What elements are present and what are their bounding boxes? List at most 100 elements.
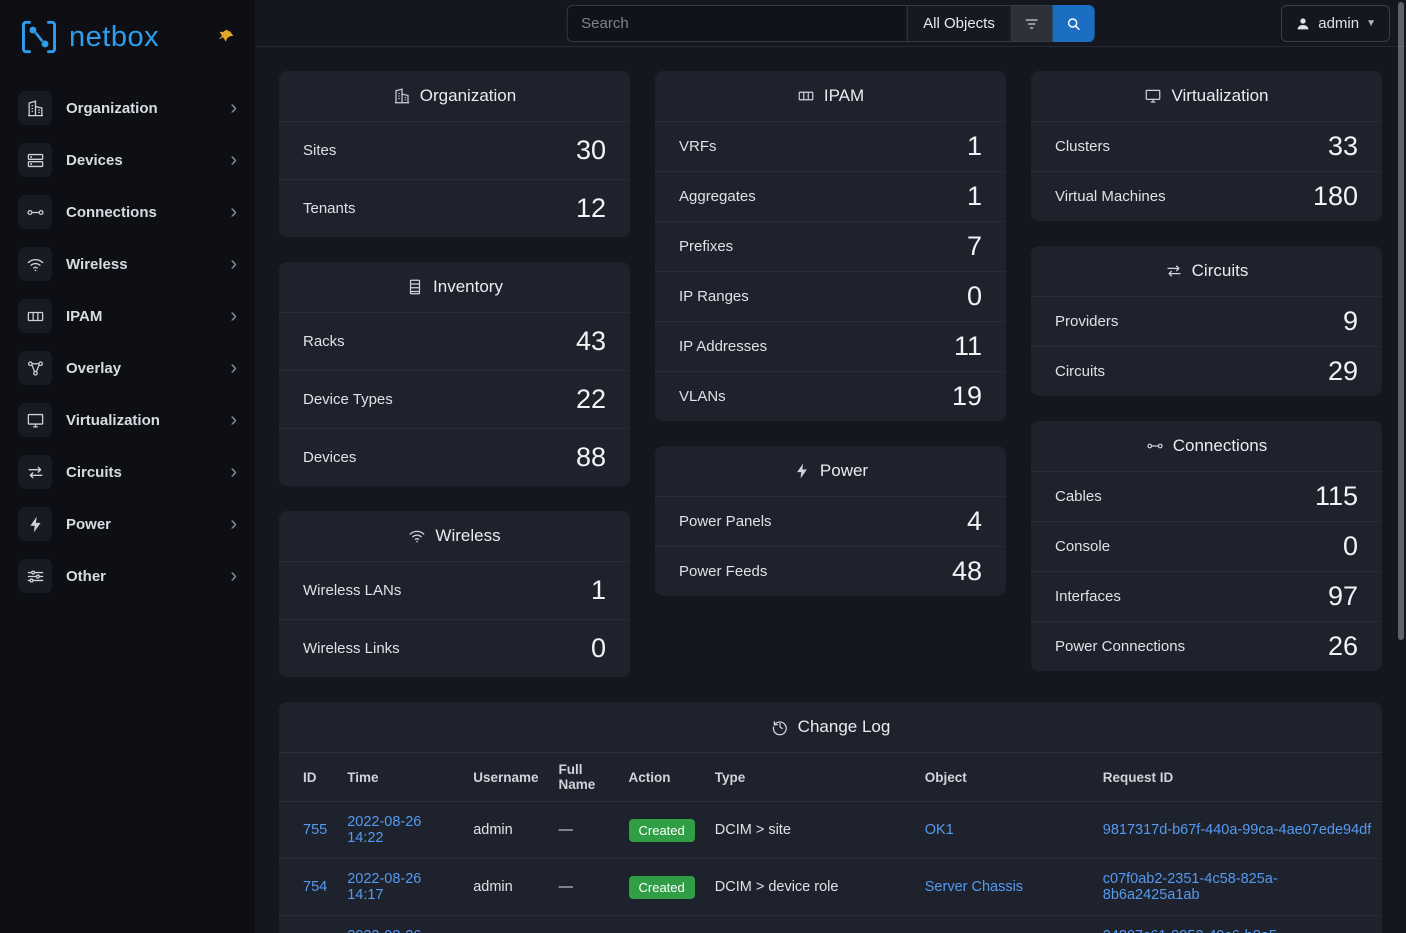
change-time-link[interactable]: 2022-08-26 14:17 (347, 871, 421, 903)
search-submit-button[interactable] (1053, 5, 1095, 42)
sidebar-item-label: Organization (66, 100, 158, 117)
connections-icon (1146, 437, 1164, 455)
chevron-right-icon: › (230, 462, 237, 482)
stat-value: 22 (576, 384, 606, 415)
stat-aggregates[interactable]: Aggregates 1 (655, 171, 1006, 221)
stat-tenants[interactable]: Tenants 12 (279, 179, 630, 237)
chevron-right-icon: › (230, 358, 237, 378)
sidebar-item-devices[interactable]: Devices › (0, 134, 255, 186)
user-menu-button[interactable]: admin ▼ (1281, 5, 1390, 42)
wireless-icon (18, 247, 52, 281)
ipam-icon (797, 87, 815, 105)
card-inventory: Inventory Racks 43 Device Types 22 Devic… (279, 262, 630, 486)
sidebar-item-label: Connections (66, 204, 157, 221)
stat-vlans[interactable]: VLANs 19 (655, 371, 1006, 421)
sidebar: netbox Organization › (0, 0, 255, 933)
change-object-link[interactable]: Server Chassis (925, 879, 1023, 895)
change-username: admin (463, 802, 548, 859)
history-icon (771, 718, 789, 736)
table-row: 753 2022-08-26 14:15 admin — Created DCI… (279, 916, 1382, 933)
stat-interfaces[interactable]: Interfaces 97 (1031, 571, 1382, 621)
stat-label: Device Types (303, 391, 393, 408)
sidebar-item-wireless[interactable]: Wireless › (0, 238, 255, 290)
change-full-name: — (549, 916, 619, 933)
change-object-link[interactable]: OK1 (925, 822, 954, 838)
scrollbar[interactable] (1398, 2, 1404, 640)
chevron-right-icon: › (230, 150, 237, 170)
stat-value: 0 (1343, 531, 1358, 562)
stat-wireless-links[interactable]: Wireless Links 0 (279, 619, 630, 677)
card-title: Wireless (435, 526, 500, 546)
search-input[interactable] (566, 5, 906, 42)
filter-button[interactable] (1012, 5, 1053, 42)
sidebar-item-overlay[interactable]: Overlay › (0, 342, 255, 394)
request-id-link[interactable]: 9817317d-b67f-440a-99ca-4ae07ede94df (1103, 822, 1371, 838)
sidebar-item-virtualization[interactable]: Virtualization › (0, 394, 255, 446)
change-time-link[interactable]: 2022-08-26 14:22 (347, 814, 421, 846)
stat-device-types[interactable]: Device Types 22 (279, 370, 630, 428)
sidebar-item-organization[interactable]: Organization › (0, 82, 255, 134)
sidebar-item-power[interactable]: Power › (0, 498, 255, 550)
card-title: Organization (420, 86, 516, 106)
sidebar-item-connections[interactable]: Connections › (0, 186, 255, 238)
column-header-id: ID (279, 753, 337, 802)
stat-value: 88 (576, 442, 606, 473)
stat-value: 97 (1328, 581, 1358, 612)
stat-devices[interactable]: Devices 88 (279, 428, 630, 486)
stat-label: Wireless Links (303, 640, 400, 657)
search-icon (1066, 16, 1082, 32)
stat-power-panels[interactable]: Power Panels 4 (655, 496, 1006, 546)
stat-wireless-lans[interactable]: Wireless LANs 1 (279, 561, 630, 619)
stat-value: 9 (1343, 306, 1358, 337)
pin-sidebar-icon[interactable] (216, 27, 237, 48)
other-icon (18, 559, 52, 593)
chevron-right-icon: › (230, 514, 237, 534)
card-change-log: Change Log ID Time Username Full Name Ac… (279, 702, 1382, 933)
stat-virtual-machines[interactable]: Virtual Machines 180 (1031, 171, 1382, 221)
person-icon (1295, 16, 1311, 32)
stat-clusters[interactable]: Clusters 33 (1031, 121, 1382, 171)
stat-sites[interactable]: Sites 30 (279, 121, 630, 179)
change-time-link[interactable]: 2022-08-26 14:15 (347, 928, 421, 933)
stat-label: Interfaces (1055, 588, 1121, 605)
stat-label: Sites (303, 142, 336, 159)
stat-value: 30 (576, 135, 606, 166)
sidebar-item-other[interactable]: Other › (0, 550, 255, 602)
stat-providers[interactable]: Providers 9 (1031, 296, 1382, 346)
stat-ip-addresses[interactable]: IP Addresses 11 (655, 321, 1006, 371)
search-scope-dropdown[interactable]: All Objects (906, 5, 1012, 42)
sidebar-item-circuits[interactable]: Circuits › (0, 446, 255, 498)
change-id-link[interactable]: 755 (303, 822, 327, 838)
stat-vrfs[interactable]: VRFs 1 (655, 121, 1006, 171)
card-header: Circuits (1031, 246, 1382, 296)
netbox-logo-icon[interactable] (18, 18, 60, 56)
stat-value: 33 (1328, 131, 1358, 162)
sidebar-item-label: Overlay (66, 360, 121, 377)
stat-label: VLANs (679, 388, 726, 405)
request-id-link[interactable]: c07f0ab2-2351-4c58-825a-8b6a2425a1ab (1103, 871, 1278, 903)
stat-cables[interactable]: Cables 115 (1031, 471, 1382, 521)
stat-value: 19 (952, 381, 982, 412)
stat-console[interactable]: Console 0 (1031, 521, 1382, 571)
sidebar-item-ipam[interactable]: IPAM › (0, 290, 255, 342)
stat-ip-ranges[interactable]: IP Ranges 0 (655, 271, 1006, 321)
stat-value: 12 (576, 193, 606, 224)
table-row: 754 2022-08-26 14:17 admin — Created DCI… (279, 859, 1382, 916)
request-id-link[interactable]: 24807c61-9952-49c6-b8a5-69760bfcc4b3 (1103, 928, 1282, 933)
change-id-link[interactable]: 754 (303, 879, 327, 895)
stat-power-feeds[interactable]: Power Feeds 48 (655, 546, 1006, 596)
stat-label: Tenants (303, 200, 356, 217)
stat-circuits[interactable]: Circuits 29 (1031, 346, 1382, 396)
stat-label: Aggregates (679, 188, 756, 205)
change-full-name: — (549, 802, 619, 859)
card-header: Change Log (279, 702, 1382, 752)
brand-name[interactable]: netbox (69, 21, 159, 54)
change-username: admin (463, 916, 548, 933)
column-header-request-id: Request ID (1093, 753, 1382, 802)
stat-label: Power Panels (679, 513, 772, 530)
stat-prefixes[interactable]: Prefixes 7 (655, 221, 1006, 271)
stat-label: Cables (1055, 488, 1102, 505)
stat-power-connections[interactable]: Power Connections 26 (1031, 621, 1382, 671)
stat-racks[interactable]: Racks 43 (279, 312, 630, 370)
stat-value: 0 (967, 281, 982, 312)
